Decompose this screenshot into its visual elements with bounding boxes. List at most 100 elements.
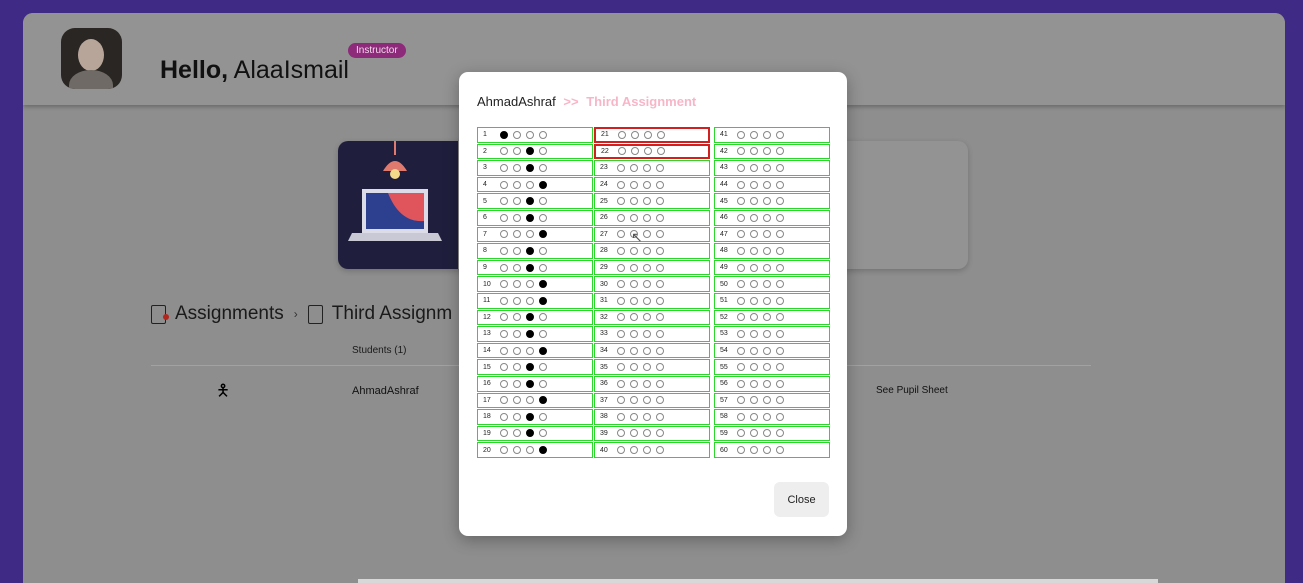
answer-bubbles	[500, 346, 547, 355]
answer-row: 26	[594, 209, 710, 226]
answer-bubble	[617, 363, 625, 372]
question-number: 2	[483, 147, 487, 155]
answer-bubble	[750, 346, 758, 355]
horizontal-scrollbar[interactable]	[358, 579, 1158, 583]
close-button[interactable]: Close	[774, 482, 829, 517]
answer-bubble	[776, 296, 784, 305]
answer-bubble	[737, 197, 745, 206]
question-number: 21	[601, 131, 609, 139]
answer-bubbles	[737, 180, 784, 189]
answer-bubble	[737, 296, 745, 305]
answer-bubbles	[618, 130, 665, 139]
title-separator: >>	[563, 94, 579, 109]
answer-row: 2	[477, 143, 593, 160]
answer-bubble	[617, 296, 625, 305]
answer-bubble	[618, 130, 626, 139]
answer-bubble	[513, 313, 521, 322]
answer-bubble	[656, 280, 664, 289]
answer-bubbles	[617, 213, 664, 222]
answer-bubble	[737, 329, 745, 338]
answer-row: 21	[594, 127, 710, 143]
answer-bubble	[776, 163, 784, 172]
answer-bubble	[656, 246, 664, 255]
answer-bubble	[500, 263, 508, 272]
answer-bubbles	[500, 329, 547, 338]
answer-bubble	[617, 346, 625, 355]
answer-bubble	[513, 296, 521, 305]
answer-bubble	[737, 147, 745, 156]
answer-row: 49	[714, 259, 830, 276]
avatar[interactable]	[61, 28, 122, 89]
answer-row: 4	[477, 176, 593, 193]
answer-bubble	[643, 246, 651, 255]
greeting-text: Hello,	[160, 56, 229, 84]
answer-bubble	[737, 379, 745, 388]
answer-bubble	[643, 230, 651, 239]
answer-row: 6	[477, 209, 593, 226]
mouse-cursor-icon: ↖	[631, 229, 643, 245]
answer-bubbles	[737, 147, 784, 156]
answer-bubbles	[737, 429, 784, 438]
answer-bubble	[643, 163, 651, 172]
answer-bubbles	[737, 246, 784, 255]
question-number: 5	[483, 197, 487, 205]
answer-bubbles	[737, 446, 784, 455]
answer-bubbles	[500, 197, 547, 206]
answer-bubble	[750, 163, 758, 172]
answer-bubble	[630, 180, 638, 189]
answer-bubbles	[617, 246, 664, 255]
answer-row: 35	[594, 359, 710, 375]
breadcrumb-assignments[interactable]: Assignments	[175, 303, 284, 325]
question-number: 32	[600, 313, 608, 321]
answer-bubble	[737, 313, 745, 322]
answer-bubble	[513, 263, 521, 272]
answer-bubble	[513, 412, 521, 421]
answer-row: 27	[594, 226, 710, 243]
answer-bubbles	[737, 412, 784, 421]
see-pupil-sheet-link[interactable]: See Pupil Sheet	[876, 385, 948, 396]
answer-row: 12	[477, 309, 593, 326]
answer-bubble	[630, 346, 638, 355]
answer-row: 53	[714, 326, 830, 342]
answer-bubble	[763, 280, 771, 289]
answer-bubble	[513, 446, 521, 455]
question-number: 37	[600, 396, 608, 404]
answer-bubble	[526, 280, 534, 289]
question-number: 10	[483, 280, 491, 288]
answer-bubble	[513, 280, 521, 289]
answer-row: 38	[594, 409, 710, 425]
answer-bubbles	[737, 130, 784, 139]
answer-bubbles	[617, 363, 664, 372]
answer-bubble	[526, 379, 534, 388]
answer-bubble	[656, 163, 664, 172]
modal-title: AhmadAshraf >> Third Assignment	[477, 94, 696, 109]
answer-bubble	[500, 313, 508, 322]
answer-bubble	[526, 363, 534, 372]
answer-row: 13	[477, 326, 593, 342]
answer-bubble	[763, 213, 771, 222]
question-number: 19	[483, 429, 491, 437]
answer-bubble	[763, 163, 771, 172]
answer-bubble	[500, 296, 508, 305]
answer-bubble	[630, 246, 638, 255]
answer-row: 54	[714, 342, 830, 359]
answer-bubble	[500, 163, 508, 172]
answer-bubble	[617, 429, 625, 438]
answer-bubble	[763, 130, 771, 139]
question-number: 55	[720, 363, 728, 371]
answer-bubbles	[617, 379, 664, 388]
answer-bubble	[513, 363, 521, 372]
answer-bubble	[750, 213, 758, 222]
answer-bubble	[617, 379, 625, 388]
answer-bubble	[643, 396, 651, 405]
answer-row: 45	[714, 193, 830, 209]
answer-bubble	[617, 213, 625, 222]
answer-row: 9	[477, 259, 593, 276]
answer-column: 41 42 43 44 45 46 47 48 49 50 51 52 53 54 55 56 57 58 59 60	[714, 127, 830, 459]
students-column-header: Students (1)	[352, 345, 407, 356]
answer-bubble	[750, 180, 758, 189]
answer-bubble	[539, 213, 547, 222]
answer-bubble	[513, 130, 521, 139]
answer-bubble	[737, 213, 745, 222]
answer-bubbles	[617, 163, 664, 172]
